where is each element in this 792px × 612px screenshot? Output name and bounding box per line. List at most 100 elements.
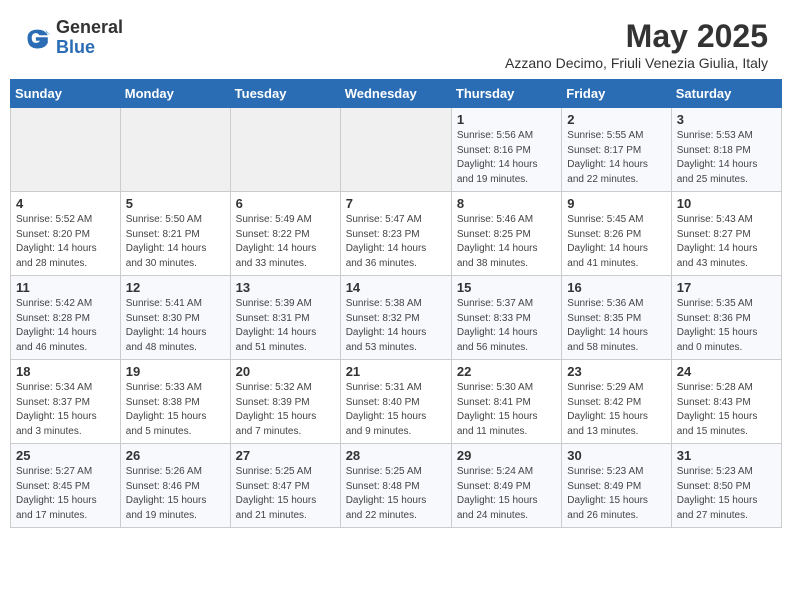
calendar-cell: 25 Sunrise: 5:27 AM Sunset: 8:45 PM Dayli… bbox=[11, 444, 121, 528]
weekday-header: Monday bbox=[120, 80, 230, 108]
day-number: 23 bbox=[567, 364, 665, 379]
day-number: 9 bbox=[567, 196, 665, 211]
logo-general: General bbox=[56, 18, 123, 38]
day-info: Sunrise: 5:42 AM Sunset: 8:28 PM Dayligh… bbox=[16, 297, 115, 355]
calendar-body: 1 Sunrise: 5:56 AM Sunset: 8:16 PM Daylig… bbox=[11, 108, 782, 528]
day-info: Sunrise: 5:56 AM Sunset: 8:16 PM Dayligh… bbox=[457, 129, 556, 187]
calendar-cell: 14 Sunrise: 5:38 AM Sunset: 8:32 PM Dayli… bbox=[340, 276, 451, 360]
day-number: 17 bbox=[677, 280, 776, 295]
day-number: 3 bbox=[677, 112, 776, 127]
calendar-cell: 20Sunrise: 5:32 AM Sunset: 8:39 PM Dayli… bbox=[230, 360, 340, 444]
calendar-cell: 16 Sunrise: 5:36 AM Sunset: 8:35 PM Dayli… bbox=[562, 276, 671, 360]
day-number: 27 bbox=[236, 448, 335, 463]
day-number: 19 bbox=[126, 364, 225, 379]
day-number: 24 bbox=[677, 364, 776, 379]
day-number: 2 bbox=[567, 112, 665, 127]
calendar-cell: 4 Sunrise: 5:52 AM Sunset: 8:20 PM Daylig… bbox=[11, 192, 121, 276]
day-info: Sunrise: 5:47 AM Sunset: 8:23 PM Dayligh… bbox=[346, 213, 446, 271]
calendar-cell bbox=[230, 108, 340, 192]
calendar-cell: 27 Sunrise: 5:25 AM Sunset: 8:47 PM Dayli… bbox=[230, 444, 340, 528]
day-info: Sunrise: 5:35 AM Sunset: 8:36 PM Dayligh… bbox=[677, 297, 776, 355]
calendar-cell: 19 Sunrise: 5:33 AM Sunset: 8:38 PM Dayli… bbox=[120, 360, 230, 444]
day-info: Sunrise: 5:25 AM Sunset: 8:48 PM Dayligh… bbox=[346, 465, 446, 523]
month-title: May 2025 bbox=[505, 18, 768, 55]
day-info: Sunrise: 5:50 AM Sunset: 8:21 PM Dayligh… bbox=[126, 213, 225, 271]
calendar-cell: 21Sunrise: 5:31 AM Sunset: 8:40 PM Dayli… bbox=[340, 360, 451, 444]
day-info: Sunrise: 5:31 AM Sunset: 8:40 PM Dayligh… bbox=[346, 381, 446, 439]
day-info: Sunrise: 5:29 AM Sunset: 8:42 PM Dayligh… bbox=[567, 381, 665, 439]
day-number: 26 bbox=[126, 448, 225, 463]
day-info: Sunrise: 5:24 AM Sunset: 8:49 PM Dayligh… bbox=[457, 465, 556, 523]
day-number: 14 bbox=[346, 280, 446, 295]
day-number: 16 bbox=[567, 280, 665, 295]
day-info: Sunrise: 5:37 AM Sunset: 8:33 PM Dayligh… bbox=[457, 297, 556, 355]
calendar-cell: 6 Sunrise: 5:49 AM Sunset: 8:22 PM Daylig… bbox=[230, 192, 340, 276]
weekday-header: Saturday bbox=[671, 80, 781, 108]
calendar-cell bbox=[340, 108, 451, 192]
calendar-cell: 23 Sunrise: 5:29 AM Sunset: 8:42 PM Dayli… bbox=[562, 360, 671, 444]
calendar-week-row: 1 Sunrise: 5:56 AM Sunset: 8:16 PM Daylig… bbox=[11, 108, 782, 192]
weekday-header: Sunday bbox=[11, 80, 121, 108]
day-info: Sunrise: 5:23 AM Sunset: 8:50 PM Dayligh… bbox=[677, 465, 776, 523]
logo-icon bbox=[24, 24, 52, 52]
day-info: Sunrise: 5:53 AM Sunset: 8:18 PM Dayligh… bbox=[677, 129, 776, 187]
calendar-cell: 9Sunrise: 5:45 AM Sunset: 8:26 PM Daylig… bbox=[562, 192, 671, 276]
day-number: 18 bbox=[16, 364, 115, 379]
calendar-week-row: 25 Sunrise: 5:27 AM Sunset: 8:45 PM Dayli… bbox=[11, 444, 782, 528]
day-info: Sunrise: 5:43 AM Sunset: 8:27 PM Dayligh… bbox=[677, 213, 776, 271]
calendar-week-row: 18 Sunrise: 5:34 AM Sunset: 8:37 PM Dayli… bbox=[11, 360, 782, 444]
day-info: Sunrise: 5:27 AM Sunset: 8:45 PM Dayligh… bbox=[16, 465, 115, 523]
day-number: 11 bbox=[16, 280, 115, 295]
calendar-cell: 3 Sunrise: 5:53 AM Sunset: 8:18 PM Daylig… bbox=[671, 108, 781, 192]
day-number: 29 bbox=[457, 448, 556, 463]
calendar-cell: 18 Sunrise: 5:34 AM Sunset: 8:37 PM Dayli… bbox=[11, 360, 121, 444]
logo: General Blue bbox=[24, 18, 123, 58]
day-number: 5 bbox=[126, 196, 225, 211]
day-info: Sunrise: 5:32 AM Sunset: 8:39 PM Dayligh… bbox=[236, 381, 335, 439]
calendar-cell: 1 Sunrise: 5:56 AM Sunset: 8:16 PM Daylig… bbox=[451, 108, 561, 192]
calendar-cell: 7 Sunrise: 5:47 AM Sunset: 8:23 PM Daylig… bbox=[340, 192, 451, 276]
calendar-cell: 30Sunrise: 5:23 AM Sunset: 8:49 PM Dayli… bbox=[562, 444, 671, 528]
calendar-cell: 31Sunrise: 5:23 AM Sunset: 8:50 PM Dayli… bbox=[671, 444, 781, 528]
calendar-cell: 10 Sunrise: 5:43 AM Sunset: 8:27 PM Dayli… bbox=[671, 192, 781, 276]
day-number: 7 bbox=[346, 196, 446, 211]
calendar-week-row: 4 Sunrise: 5:52 AM Sunset: 8:20 PM Daylig… bbox=[11, 192, 782, 276]
day-info: Sunrise: 5:46 AM Sunset: 8:25 PM Dayligh… bbox=[457, 213, 556, 271]
calendar-week-row: 11 Sunrise: 5:42 AM Sunset: 8:28 PM Dayli… bbox=[11, 276, 782, 360]
day-info: Sunrise: 5:41 AM Sunset: 8:30 PM Dayligh… bbox=[126, 297, 225, 355]
day-number: 1 bbox=[457, 112, 556, 127]
day-info: Sunrise: 5:38 AM Sunset: 8:32 PM Dayligh… bbox=[346, 297, 446, 355]
day-info: Sunrise: 5:23 AM Sunset: 8:49 PM Dayligh… bbox=[567, 465, 665, 523]
day-info: Sunrise: 5:49 AM Sunset: 8:22 PM Dayligh… bbox=[236, 213, 335, 271]
weekday-header: Wednesday bbox=[340, 80, 451, 108]
day-number: 4 bbox=[16, 196, 115, 211]
page-header: General Blue May 2025 Azzano Decimo, Fri… bbox=[0, 0, 792, 79]
day-number: 10 bbox=[677, 196, 776, 211]
logo-text: General Blue bbox=[56, 18, 123, 58]
calendar-cell: 12Sunrise: 5:41 AM Sunset: 8:30 PM Dayli… bbox=[120, 276, 230, 360]
calendar-cell bbox=[11, 108, 121, 192]
calendar-cell: 15Sunrise: 5:37 AM Sunset: 8:33 PM Dayli… bbox=[451, 276, 561, 360]
calendar-cell: 28Sunrise: 5:25 AM Sunset: 8:48 PM Dayli… bbox=[340, 444, 451, 528]
day-info: Sunrise: 5:55 AM Sunset: 8:17 PM Dayligh… bbox=[567, 129, 665, 187]
title-area: May 2025 Azzano Decimo, Friuli Venezia G… bbox=[505, 18, 768, 71]
weekday-header: Tuesday bbox=[230, 80, 340, 108]
day-info: Sunrise: 5:25 AM Sunset: 8:47 PM Dayligh… bbox=[236, 465, 335, 523]
day-info: Sunrise: 5:33 AM Sunset: 8:38 PM Dayligh… bbox=[126, 381, 225, 439]
calendar-cell: 13Sunrise: 5:39 AM Sunset: 8:31 PM Dayli… bbox=[230, 276, 340, 360]
calendar-cell: 17 Sunrise: 5:35 AM Sunset: 8:36 PM Dayli… bbox=[671, 276, 781, 360]
day-info: Sunrise: 5:28 AM Sunset: 8:43 PM Dayligh… bbox=[677, 381, 776, 439]
calendar-cell: 24 Sunrise: 5:28 AM Sunset: 8:43 PM Dayli… bbox=[671, 360, 781, 444]
day-info: Sunrise: 5:30 AM Sunset: 8:41 PM Dayligh… bbox=[457, 381, 556, 439]
calendar-wrapper: SundayMondayTuesdayWednesdayThursdayFrid… bbox=[0, 79, 792, 538]
day-number: 6 bbox=[236, 196, 335, 211]
day-info: Sunrise: 5:52 AM Sunset: 8:20 PM Dayligh… bbox=[16, 213, 115, 271]
day-info: Sunrise: 5:34 AM Sunset: 8:37 PM Dayligh… bbox=[16, 381, 115, 439]
day-info: Sunrise: 5:26 AM Sunset: 8:46 PM Dayligh… bbox=[126, 465, 225, 523]
calendar-cell: 11 Sunrise: 5:42 AM Sunset: 8:28 PM Dayli… bbox=[11, 276, 121, 360]
calendar-cell: 8 Sunrise: 5:46 AM Sunset: 8:25 PM Daylig… bbox=[451, 192, 561, 276]
calendar-header: SundayMondayTuesdayWednesdayThursdayFrid… bbox=[11, 80, 782, 108]
day-number: 8 bbox=[457, 196, 556, 211]
day-number: 25 bbox=[16, 448, 115, 463]
day-info: Sunrise: 5:36 AM Sunset: 8:35 PM Dayligh… bbox=[567, 297, 665, 355]
